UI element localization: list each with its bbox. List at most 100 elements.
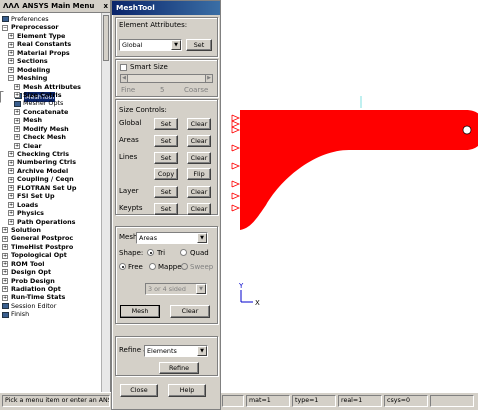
main-menu-item[interactable]: + Size Cntrls: [0, 91, 101, 99]
mapped-radio[interactable]: [149, 263, 156, 270]
graphics-window[interactable]: Y X: [221, 0, 478, 392]
main-menu-item[interactable]: + Clear: [0, 142, 101, 150]
expand-icon[interactable]: +: [8, 201, 14, 208]
size-control-clear-button[interactable]: Clear: [187, 152, 211, 164]
scrollbar-thumb[interactable]: [103, 15, 109, 61]
main-menu-item[interactable]: + Modify Mesh: [0, 125, 101, 133]
expand-icon[interactable]: +: [8, 168, 14, 175]
main-menu-item[interactable]: + FSI Set Up: [0, 192, 101, 200]
expand-icon[interactable]: +: [14, 92, 20, 99]
main-menu-item[interactable]: + Physics: [0, 209, 101, 217]
chevron-down-icon[interactable]: ▼: [171, 40, 181, 50]
expand-icon[interactable]: +: [14, 134, 20, 141]
main-menu-item[interactable]: + Design Opt: [0, 268, 101, 276]
main-menu-item[interactable]: + Checking Ctrls: [0, 150, 101, 158]
size-control-clear-button[interactable]: Clear: [187, 135, 211, 147]
size-control-set-button[interactable]: Set: [154, 135, 178, 147]
expand-icon[interactable]: +: [8, 193, 14, 200]
main-menu-item[interactable]: + Archive Model: [0, 167, 101, 175]
size-control-clear-button[interactable]: Flip: [187, 168, 211, 180]
element-attributes-set-button[interactable]: Set: [186, 39, 212, 51]
main-menu-item[interactable]: + TimeHist Postpro: [0, 243, 101, 251]
size-control-set-button[interactable]: Set: [154, 203, 178, 215]
main-menu-item[interactable]: Mesher Opts: [0, 99, 101, 107]
main-menu-item[interactable]: Session Editor: [0, 302, 101, 310]
expand-icon[interactable]: +: [8, 41, 14, 48]
size-control-set-button[interactable]: Set: [154, 152, 178, 164]
expand-icon[interactable]: +: [8, 218, 14, 225]
main-menu-item[interactable]: + ROM Tool: [0, 260, 101, 268]
main-menu-item[interactable]: + Real Constants: [0, 40, 101, 48]
expand-icon[interactable]: +: [14, 125, 20, 132]
expand-icon[interactable]: +: [8, 66, 14, 73]
slider-left-arrow-icon[interactable]: ◀: [121, 75, 128, 82]
expand-icon[interactable]: +: [2, 227, 8, 234]
main-menu-item[interactable]: + Check Mesh: [0, 133, 101, 141]
expand-icon[interactable]: +: [8, 50, 14, 57]
size-control-clear-button[interactable]: Clear: [187, 118, 211, 130]
size-control-set-button[interactable]: Copy: [154, 168, 178, 180]
main-menu-item[interactable]: + Coupling / Ceqn: [0, 175, 101, 183]
smart-size-slider[interactable]: ◀ ▶: [120, 74, 213, 83]
shape-tri-radio[interactable]: [147, 249, 154, 256]
sided-select[interactable]: 3 or 4 sided ▼: [145, 283, 207, 295]
help-button[interactable]: Help: [168, 384, 206, 397]
main-menu-item[interactable]: + Run-Time Stats: [0, 293, 101, 301]
expand-icon[interactable]: +: [2, 277, 8, 284]
close-icon[interactable]: x: [103, 2, 108, 10]
main-menu-item[interactable]: Finish: [0, 310, 101, 318]
chevron-down-icon[interactable]: ▼: [197, 346, 207, 356]
main-menu-item[interactable]: + Topological Opt: [0, 251, 101, 259]
size-control-set-button[interactable]: Set: [154, 118, 178, 130]
sweep-radio[interactable]: [181, 263, 188, 270]
expand-icon[interactable]: +: [14, 83, 20, 90]
main-menu-item[interactable]: + Path Operations: [0, 218, 101, 226]
expand-icon[interactable]: +: [8, 159, 14, 166]
refine-button[interactable]: Refine: [159, 362, 199, 374]
shape-quad-radio[interactable]: [180, 249, 187, 256]
expand-icon[interactable]: +: [2, 244, 8, 251]
expand-icon[interactable]: +: [2, 260, 8, 267]
main-menu-item[interactable]: + Mesh Attributes: [0, 83, 101, 91]
main-menu-item[interactable]: + Modeling: [0, 66, 101, 74]
chevron-down-icon[interactable]: ▼: [197, 233, 207, 243]
smart-size-checkbox[interactable]: [120, 64, 127, 71]
expand-icon[interactable]: +: [8, 151, 14, 158]
main-menu-item[interactable]: + Prob Design: [0, 277, 101, 285]
main-menu-item[interactable]: + Loads: [0, 201, 101, 209]
main-menu-item[interactable]: + Radiation Opt: [0, 285, 101, 293]
mesh-clear-button[interactable]: Clear: [170, 305, 210, 318]
expand-icon[interactable]: +: [14, 142, 20, 149]
cantilever-model[interactable]: [240, 110, 478, 230]
refine-select[interactable]: Elements ▼: [144, 345, 208, 357]
main-menu-item[interactable]: + Concatenate: [0, 108, 101, 116]
element-attributes-select[interactable]: Global ▼: [119, 39, 182, 51]
main-menu-item[interactable]: Preferences: [0, 15, 101, 23]
main-menu-item[interactable]: + Numbering Ctrls: [0, 158, 101, 166]
main-menu-item[interactable]: + General Postproc: [0, 234, 101, 242]
mesh-button[interactable]: Mesh: [120, 305, 160, 318]
expand-icon[interactable]: +: [8, 176, 14, 183]
expand-icon[interactable]: +: [14, 117, 20, 124]
slider-right-arrow-icon[interactable]: ▶: [205, 75, 212, 82]
main-menu-item[interactable]: − Meshing: [0, 74, 101, 82]
expand-icon[interactable]: +: [14, 109, 20, 116]
expand-icon[interactable]: +: [2, 294, 8, 301]
close-button[interactable]: Close: [120, 384, 158, 397]
collapse-icon[interactable]: −: [8, 75, 14, 82]
size-control-clear-button[interactable]: Clear: [187, 203, 211, 215]
main-menu-item[interactable]: + Material Props: [0, 49, 101, 57]
collapse-icon[interactable]: −: [2, 24, 8, 31]
main-menu-item[interactable]: − Preprocessor: [0, 23, 101, 31]
free-radio[interactable]: [119, 263, 126, 270]
main-menu-scrollbar[interactable]: [101, 13, 110, 392]
expand-icon[interactable]: +: [8, 210, 14, 217]
expand-icon[interactable]: +: [2, 252, 8, 259]
expand-icon[interactable]: +: [2, 235, 8, 242]
main-menu-item[interactable]: + Mesh: [0, 116, 101, 124]
main-menu-item[interactable]: + FLOTRAN Set Up: [0, 184, 101, 192]
size-control-clear-button[interactable]: Clear: [187, 186, 211, 198]
size-control-set-button[interactable]: Set: [154, 186, 178, 198]
main-menu-item[interactable]: + Element Type: [0, 32, 101, 40]
main-menu-item[interactable]: + Sections: [0, 57, 101, 65]
